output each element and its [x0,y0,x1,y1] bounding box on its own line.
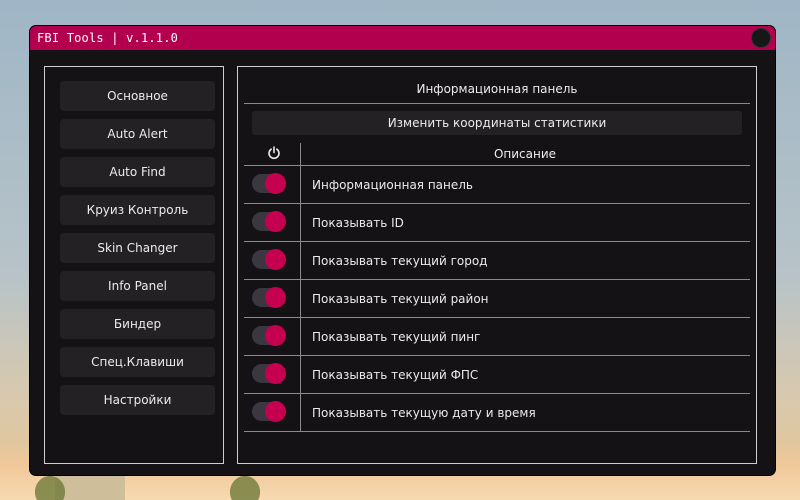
row-label: Информационная панель [312,177,474,192]
sidebar-item-label: Auto Find [109,165,166,179]
sidebar-item-auto-find[interactable]: Auto Find [60,157,215,187]
sidebar-item-label: Основное [107,89,168,103]
row-label: Показывать текущий ФПС [312,367,479,382]
toggle-knob [265,401,286,422]
table-row: Показывать ID [244,204,750,242]
table-header: Описание [244,143,750,166]
sidebar-item-main[interactable]: Основное [60,81,215,111]
sidebar-item-auto-alert[interactable]: Auto Alert [60,119,215,149]
settings-table: Описание Информационная панель Показыват… [244,143,750,432]
change-stats-coords-button[interactable]: Изменить координаты статистики [252,111,742,135]
power-icon [268,146,280,160]
sidebar-item-binder[interactable]: Биндер [60,309,215,339]
sidebar-item-special-keys[interactable]: Спец.Клавиши [60,347,215,377]
description-column-header: Описание [493,147,557,161]
sidebar-item-label: Info Panel [108,279,167,293]
close-button[interactable] [751,28,771,48]
toggle-knob [265,173,286,194]
table-row: Информационная панель [244,166,750,204]
main-panel: Информационная панель Изменить координат… [237,66,757,464]
sidebar-item-settings[interactable]: Настройки [60,385,215,415]
fbi-tools-window: FBI Tools | v.1.1.0 Основное Auto Alert … [30,26,775,475]
table-row: Показывать текущий пинг [244,318,750,356]
table-row: Показывать текущий ФПС [244,356,750,394]
show-ping-toggle[interactable] [252,325,286,346]
toggle-knob [265,249,286,270]
show-district-toggle[interactable] [252,287,286,308]
show-datetime-toggle[interactable] [252,401,286,422]
panel-title: Информационная панель [244,75,750,104]
sidebar-item-label: Skin Changer [97,241,178,255]
info-panel-toggle[interactable] [252,173,286,194]
toggle-knob [265,211,286,232]
title-bar[interactable]: FBI Tools | v.1.1.0 [30,26,775,50]
toggle-knob [265,325,286,346]
sidebar-item-skin-changer[interactable]: Skin Changer [60,233,215,263]
window-title: FBI Tools | v.1.1.0 [37,31,179,45]
sidebar-item-label: Спец.Клавиши [91,355,184,369]
sidebar-item-label: Биндер [113,317,162,331]
row-label: Показывать ID [312,215,404,230]
table-row: Показывать текущий город [244,242,750,280]
sidebar-item-label: Настройки [103,393,172,407]
row-label: Показывать текущий пинг [312,329,481,344]
table-row: Показывать текущий район [244,280,750,318]
toggle-knob [265,363,286,384]
row-label: Показывать текущий город [312,253,488,268]
sidebar-item-info-panel[interactable]: Info Panel [60,271,215,301]
show-city-toggle[interactable] [252,249,286,270]
show-id-toggle[interactable] [252,211,286,232]
toggle-knob [265,287,286,308]
row-label: Показывать текущий район [312,291,489,306]
sidebar-item-cruise-control[interactable]: Круиз Контроль [60,195,215,225]
sidebar-item-label: Auto Alert [107,127,168,141]
sidebar: Основное Auto Alert Auto Find Круиз Конт… [44,66,224,464]
table-row: Показывать текущую дату и время [244,394,750,432]
show-fps-toggle[interactable] [252,363,286,384]
sidebar-item-label: Круиз Контроль [86,203,189,217]
row-label: Показывать текущую дату и время [312,405,536,420]
